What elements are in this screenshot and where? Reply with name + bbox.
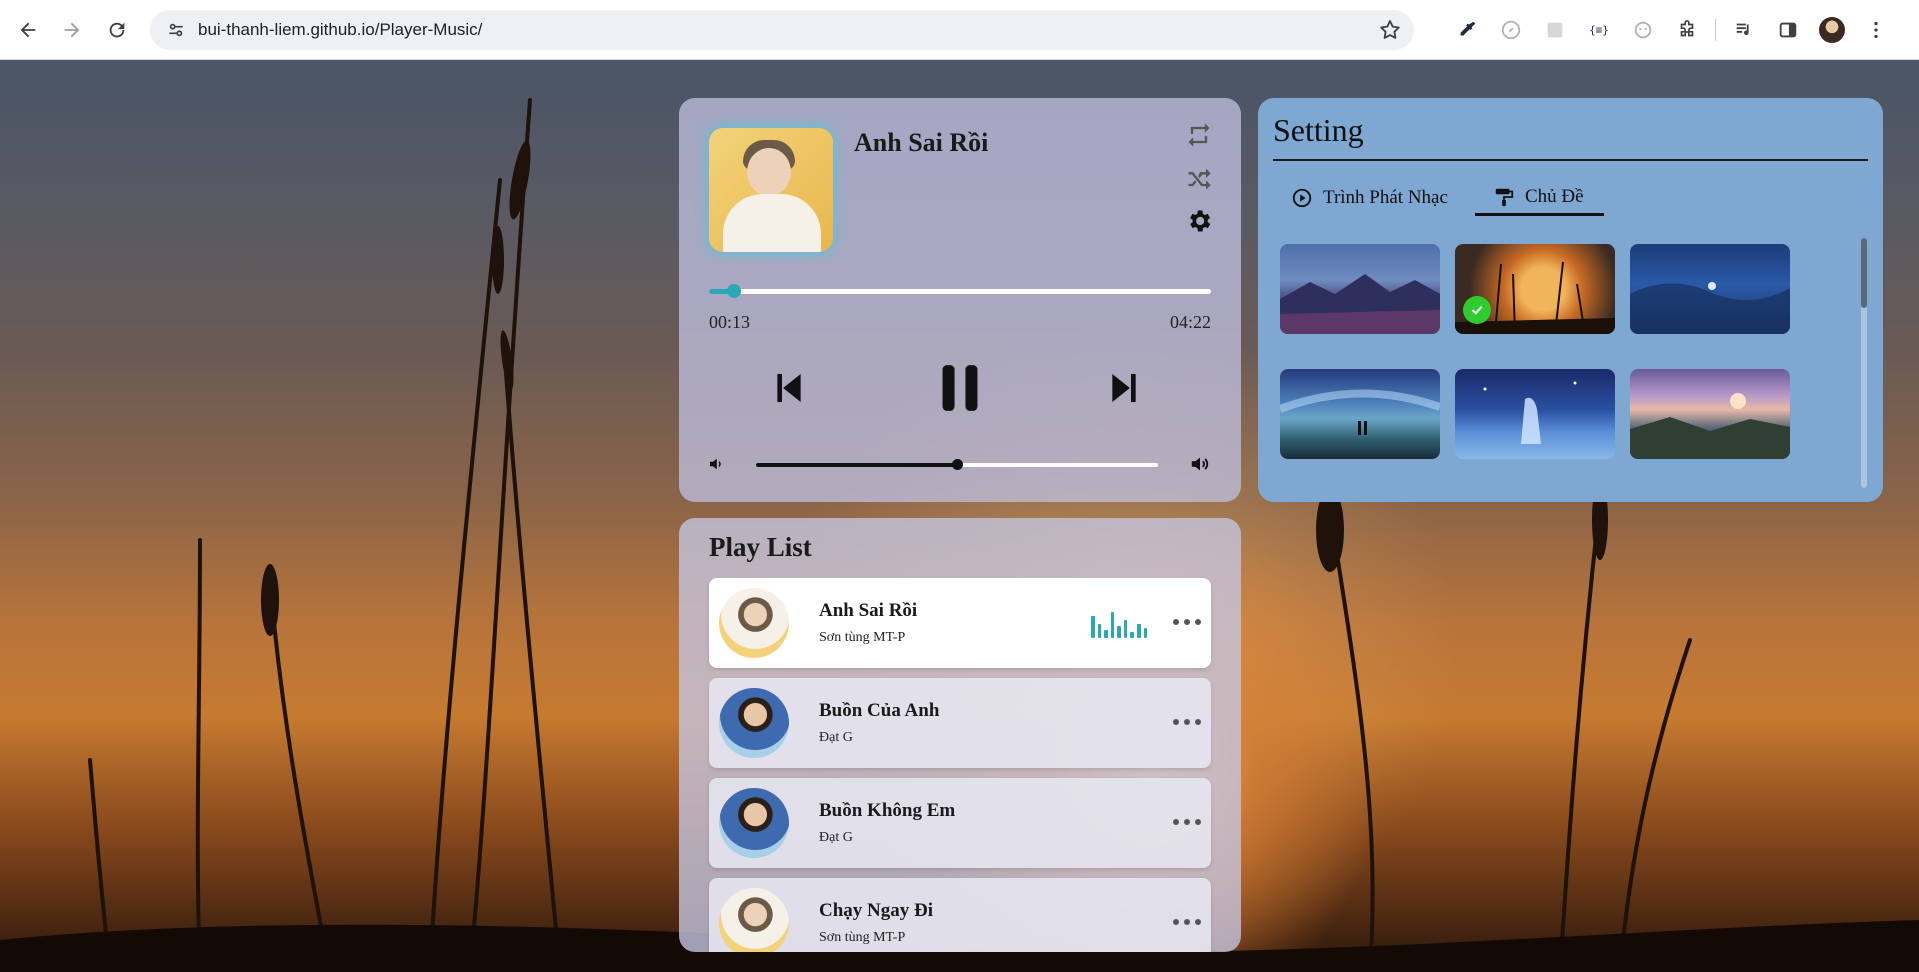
next-icon [1112,374,1136,402]
song-title: Chạy Ngay Đi [819,900,934,921]
setting-title: Setting [1273,112,1364,148]
theme-option-sunset-valley[interactable] [1630,369,1790,459]
json-ext-icon[interactable]: {≡} [1577,8,1621,52]
playlist-panel: Play List Anh Sai Rồi Sơn tùng MT-P Buồn… [679,518,1241,952]
song-thumbnail [719,588,789,658]
playlist-item[interactable]: Buồn Không Em Đạt G [709,778,1211,868]
reload-icon[interactable] [95,8,139,52]
more-options-icon[interactable] [1173,612,1201,632]
theme-option-mountain-lake[interactable] [1280,244,1440,334]
time-current: 00:13 [709,312,751,332]
selected-check-icon [1463,296,1491,324]
volume-high-icon[interactable] [1187,451,1213,477]
playlist-item[interactable]: Chạy Ngay Đi Sơn tùng MT-P [709,878,1211,952]
setting-divider [1273,159,1868,161]
theme-option-galaxy-couple[interactable] [1280,369,1440,459]
volume-knob[interactable] [952,459,963,470]
song-title: Anh Sai Rồi [819,600,918,621]
current-song-title: Anh Sai Rồi [854,128,989,157]
theme-option-night-girl[interactable] [1455,369,1615,459]
extensions-bar: {≡} [1445,8,1898,52]
repeat-icon[interactable] [1184,120,1214,150]
browser-toolbar: bui-thanh-liem.github.io/Player-Music/ {… [0,0,1919,60]
side-panel-icon[interactable] [1766,8,1810,52]
pause-button[interactable] [935,360,985,416]
more-options-icon[interactable] [1173,912,1201,932]
bookmark-star-icon[interactable] [1378,18,1402,42]
back-icon[interactable] [6,8,50,52]
puzzle-icon[interactable] [1665,8,1709,52]
volume-fill [756,463,957,467]
song-title: Buồn Của Anh [819,700,940,721]
forward-icon[interactable] [50,8,94,52]
setting-panel: Setting Trình Phát Nhạc Chủ Đề [1258,98,1883,502]
playlist-item[interactable]: Anh Sai Rồi Sơn tùng MT-P [709,578,1211,668]
grid-ext-icon[interactable] [1533,8,1577,52]
profile-avatar[interactable] [1810,8,1854,52]
volume-slider[interactable] [756,459,1158,470]
media-queue-icon[interactable] [1722,8,1766,52]
next-button[interactable] [1104,366,1144,410]
settings-gear-icon[interactable] [1184,206,1214,236]
more-options-icon[interactable] [1173,712,1201,732]
site-info-icon[interactable] [158,12,194,48]
playlist-title: Play List [709,532,812,562]
pause-icon [942,365,978,411]
previous-button[interactable] [769,366,809,410]
song-artist: Sơn tùng MT-P [819,630,906,645]
song-artist: Đạt G [819,830,853,845]
song-progress-bar[interactable] [709,284,1211,298]
tab-player[interactable]: Trình Phát Nhạc [1291,180,1448,216]
player-card: Anh Sai Rồi 00:13 04:22 [679,98,1241,502]
song-artist: Đạt G [819,730,853,745]
url-text: bui-thanh-liem.github.io/Player-Music/ [198,20,483,39]
more-options-icon[interactable] [1173,812,1201,832]
setting-scrollbar-thumb[interactable] [1861,238,1867,308]
now-playing-equalizer-icon [1091,606,1148,638]
album-cover [709,128,833,252]
setting-scrollbar[interactable] [1861,238,1867,488]
svg-text:{≡}: {≡} [1589,24,1609,37]
tab-player-label: Trình Phát Nhạc [1323,187,1448,208]
paint-roller-icon [1495,188,1514,206]
play-circle-icon [1292,188,1312,208]
page-background: Anh Sai Rồi 00:13 04:22 Setting Trình Ph… [0,60,1919,972]
face-ext-icon[interactable] [1621,8,1665,52]
more-menu-icon[interactable] [1854,8,1898,52]
playlist-item[interactable]: Buồn Của Anh Đạt G [709,678,1211,768]
song-thumbnail [719,788,789,858]
song-artist: Sơn tùng MT-P [819,930,906,945]
progress-knob[interactable] [727,284,742,298]
song-thumbnail [719,688,789,758]
compass-icon[interactable] [1489,8,1533,52]
tab-theme[interactable]: Chủ Đề [1475,180,1604,216]
toolbar-separator [1715,19,1716,41]
shuffle-icon[interactable] [1184,163,1214,193]
song-title: Buồn Không Em [819,800,956,821]
tab-theme-label: Chủ Đề [1525,185,1584,207]
previous-icon [777,374,801,402]
eyedropper-icon[interactable] [1445,8,1489,52]
volume-low-icon[interactable] [705,453,727,475]
address-bar[interactable]: bui-thanh-liem.github.io/Player-Music/ [150,10,1414,50]
theme-option-night-lake[interactable] [1630,244,1790,334]
song-thumbnail [719,888,789,952]
time-total: 04:22 [1169,312,1211,332]
theme-option-moon-grass[interactable] [1455,244,1615,334]
